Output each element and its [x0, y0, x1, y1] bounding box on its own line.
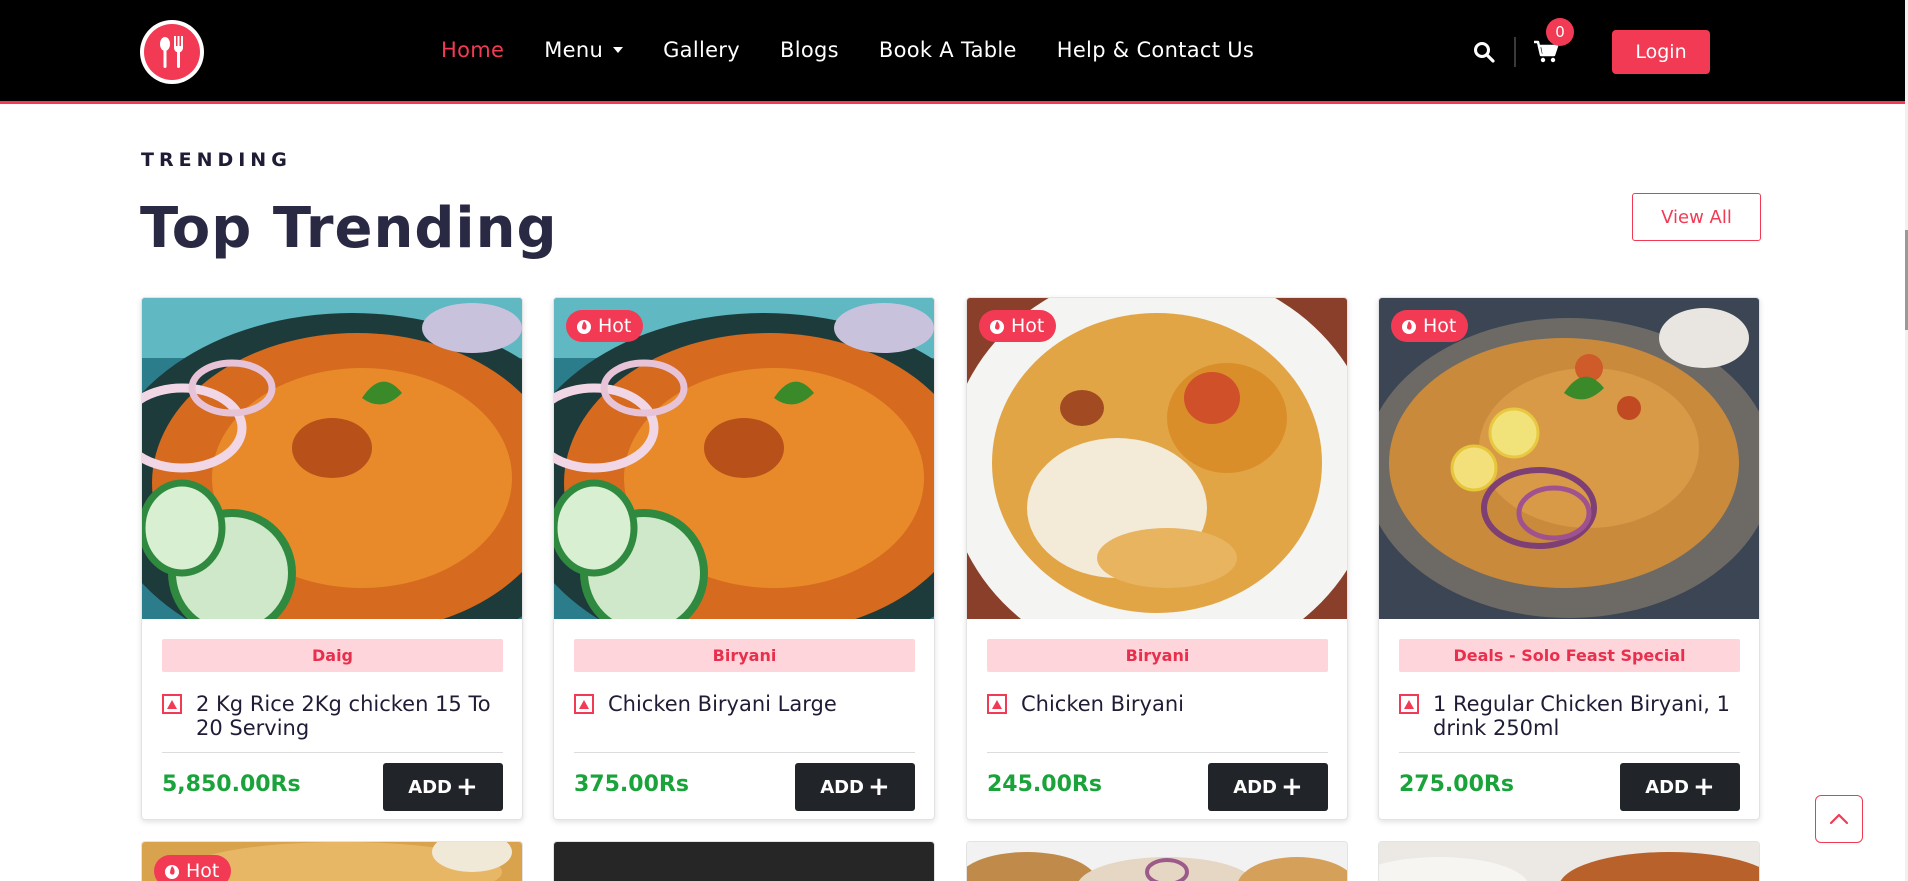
chevron-up-icon: [1829, 813, 1849, 825]
caret-down-icon: [613, 47, 624, 53]
nav-gallery-label: Gallery: [663, 38, 740, 62]
product-title[interactable]: 2 Kg Rice 2Kg chicken 15 To 20 Serving: [196, 692, 507, 740]
product-image[interactable]: [554, 842, 935, 881]
card-divider: [574, 752, 915, 753]
product-card[interactable]: [966, 841, 1348, 881]
hot-badge: Hot: [566, 310, 644, 342]
product-card[interactable]: [553, 841, 935, 881]
product-card[interactable]: Hot Biryani Chicken Biryani 245.00Rs ADD…: [966, 297, 1348, 820]
login-button[interactable]: Login: [1612, 30, 1710, 74]
product-category: Biryani: [574, 639, 915, 672]
nav-help-contact[interactable]: Help & Contact Us: [1057, 38, 1254, 62]
non-veg-triangle-icon: [574, 694, 594, 714]
product-card[interactable]: [1378, 841, 1760, 881]
section-title: Top Trending: [140, 196, 558, 261]
product-title[interactable]: 1 Regular Chicken Biryani, 1 drink 250ml: [1433, 692, 1744, 740]
non-veg-triangle-icon: [162, 694, 182, 714]
card-divider: [1399, 752, 1740, 753]
flame-icon: [576, 317, 592, 335]
flame-icon: [164, 862, 180, 880]
non-veg-triangle-icon: [1399, 694, 1419, 714]
product-price: 245.00Rs: [987, 772, 1102, 797]
nav-blogs[interactable]: Blogs: [780, 38, 839, 62]
add-label: ADD: [408, 776, 453, 798]
product-card[interactable]: Hot Deals - Solo Feast Special 1 Regular…: [1378, 297, 1760, 820]
flame-icon: [1401, 317, 1417, 335]
add-label: ADD: [820, 776, 865, 798]
product-card[interactable]: Hot: [141, 841, 523, 881]
product-card[interactable]: Daig 2 Kg Rice 2Kg chicken 15 To 20 Serv…: [141, 297, 523, 820]
section-eyebrow: TRENDING: [141, 149, 292, 171]
nav-menu-dropdown[interactable]: Menu: [544, 38, 624, 62]
product-title-row: 1 Regular Chicken Biryani, 1 drink 250ml: [1399, 692, 1744, 740]
product-image[interactable]: [1379, 298, 1759, 619]
back-to-top-button[interactable]: [1815, 795, 1863, 843]
nav-book-a-table[interactable]: Book A Table: [879, 38, 1017, 62]
cart-count-badge: 0: [1546, 18, 1574, 46]
product-title-row: Chicken Biryani Large: [574, 692, 919, 716]
add-to-cart-button[interactable]: ADD +: [795, 763, 915, 811]
view-all-button[interactable]: View All: [1632, 193, 1761, 241]
hot-badge: Hot: [1391, 310, 1469, 342]
main-nav: Home Menu Gallery Blogs Book A Table Hel…: [441, 38, 1294, 62]
plus-icon: +: [1693, 772, 1715, 802]
non-veg-triangle-icon: [987, 694, 1007, 714]
add-to-cart-button[interactable]: ADD +: [383, 763, 503, 811]
product-title-row: 2 Kg Rice 2Kg chicken 15 To 20 Serving: [162, 692, 507, 740]
product-card[interactable]: Hot Biryani Chicken Biryani Large 375.00…: [553, 297, 935, 820]
product-category: Biryani: [987, 639, 1328, 672]
add-label: ADD: [1645, 776, 1690, 798]
nav-blogs-label: Blogs: [779, 38, 839, 62]
product-category: Daig: [162, 639, 503, 672]
hot-badge: Hot: [154, 855, 232, 881]
product-price: 375.00Rs: [574, 772, 689, 797]
product-image[interactable]: [967, 298, 1347, 619]
add-label: ADD: [1233, 776, 1278, 798]
nav-menu-label: Menu: [544, 38, 604, 62]
hot-badge: Hot: [979, 310, 1057, 342]
add-to-cart-button[interactable]: ADD +: [1620, 763, 1740, 811]
cart-icon[interactable]: 0: [1532, 18, 1574, 66]
product-image[interactable]: [142, 298, 522, 619]
fork-spoon-logo-icon[interactable]: [140, 20, 204, 84]
search-icon[interactable]: [1470, 38, 1498, 66]
nav-actions: 0: [1470, 18, 1574, 74]
nav-home-label: Home: [441, 38, 505, 62]
nav-book-label: Book A Table: [878, 38, 1017, 62]
hot-badge-label: Hot: [186, 860, 220, 881]
product-price: 5,850.00Rs: [162, 772, 301, 797]
hot-badge-label: Hot: [598, 315, 632, 337]
navbar: Home Menu Gallery Blogs Book A Table Hel…: [0, 0, 1905, 104]
add-to-cart-button[interactable]: ADD +: [1208, 763, 1328, 811]
product-image[interactable]: [554, 298, 934, 619]
card-divider: [987, 752, 1328, 753]
plus-icon: +: [456, 772, 478, 802]
product-category: Deals - Solo Feast Special: [1399, 639, 1740, 672]
nav-help-label: Help & Contact Us: [1056, 38, 1255, 62]
nav-divider: [1514, 37, 1516, 67]
product-price: 275.00Rs: [1399, 772, 1514, 797]
nav-home[interactable]: Home: [441, 38, 504, 62]
product-title[interactable]: Chicken Biryani Large: [608, 692, 837, 716]
product-image[interactable]: [1379, 842, 1760, 881]
hot-badge-label: Hot: [1423, 315, 1457, 337]
hot-badge-label: Hot: [1011, 315, 1045, 337]
product-title[interactable]: Chicken Biryani: [1021, 692, 1184, 716]
plus-icon: +: [1281, 772, 1303, 802]
nav-gallery[interactable]: Gallery: [663, 38, 740, 62]
card-divider: [162, 752, 503, 753]
flame-icon: [989, 317, 1005, 335]
plus-icon: +: [868, 772, 890, 802]
product-title-row: Chicken Biryani: [987, 692, 1332, 716]
product-image[interactable]: [967, 842, 1348, 881]
